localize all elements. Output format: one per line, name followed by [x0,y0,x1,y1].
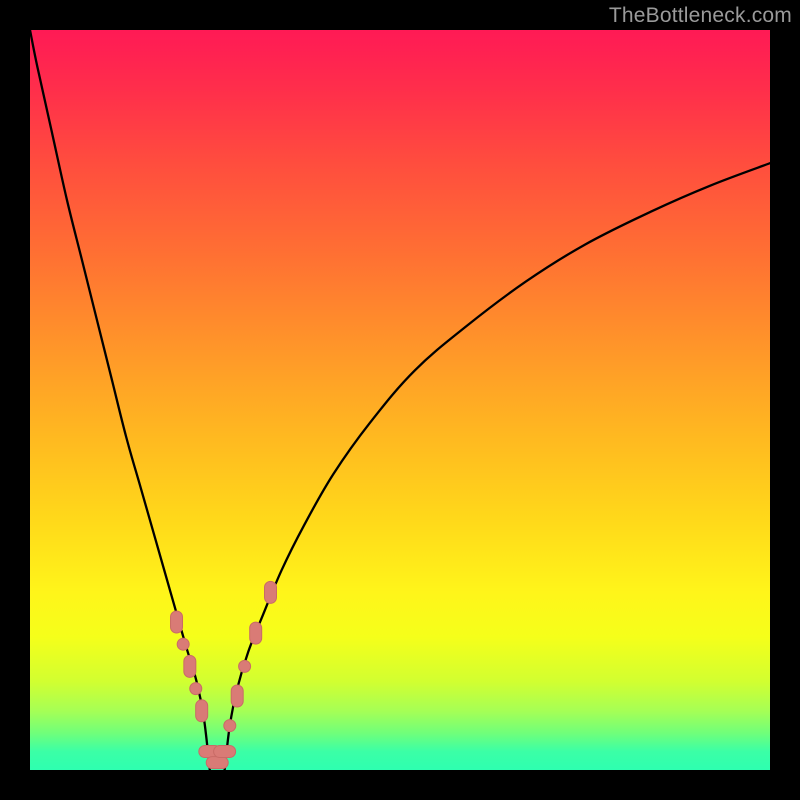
marker-0 [171,611,183,633]
marker-8 [224,720,236,732]
chart-frame: TheBottleneck.com [0,0,800,800]
marker-12 [265,581,277,603]
curve-left-branch [30,30,210,770]
curve-right-branch [225,163,770,770]
marker-9 [231,685,243,707]
marker-4 [196,700,208,722]
watermark-text: TheBottleneck.com [609,4,792,28]
curve-layer [30,30,770,770]
marker-11 [250,622,262,644]
plot-area [30,30,770,770]
marker-7 [214,746,236,758]
marker-2 [184,655,196,677]
marker-10 [239,660,251,672]
marker-6 [206,757,228,769]
marker-1 [177,638,189,650]
marker-3 [190,683,202,695]
